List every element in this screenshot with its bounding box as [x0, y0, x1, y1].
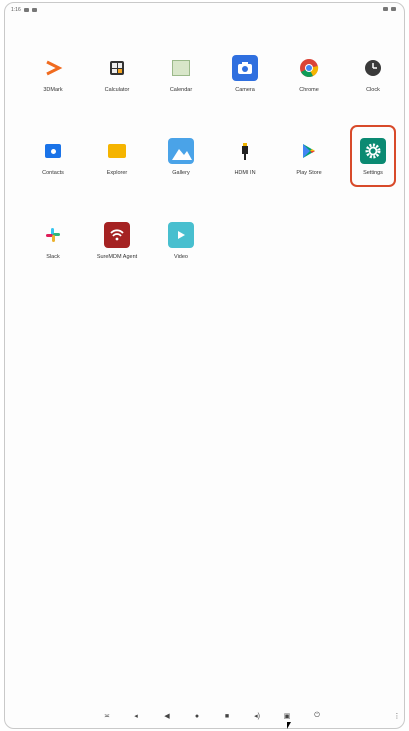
clock-icon [360, 55, 386, 81]
app-camera[interactable]: Camera [215, 55, 275, 115]
app-chrome[interactable]: Chrome [279, 55, 339, 115]
back-icon[interactable]: ◀ [161, 710, 173, 722]
app-grid: 3DMark Calculator Calendar Camera Chrome… [5, 3, 404, 728]
app-suremdm-agent[interactable]: SureMDM Agent [87, 222, 147, 282]
home-icon[interactable]: ● [191, 710, 203, 722]
volume-down-icon[interactable]: ◂ [130, 710, 142, 722]
play-store-icon [296, 138, 322, 164]
camera-icon [232, 55, 258, 81]
slack-icon [40, 222, 66, 248]
chrome-icon [296, 55, 322, 81]
power-icon[interactable]: ⏻ [311, 710, 323, 722]
recents-icon[interactable]: ■ [221, 710, 233, 722]
app-hdmi-in[interactable]: HDMI IN [215, 138, 275, 198]
menu-icon[interactable]: ⋮ [391, 710, 403, 722]
app-calculator[interactable]: Calculator [87, 55, 147, 115]
calculator-icon [104, 55, 130, 81]
hdmi-icon [232, 138, 258, 164]
camera-nav-icon[interactable]: ▣ [281, 710, 293, 722]
video-icon [168, 222, 194, 248]
screenshot-icon[interactable]: ≍ [101, 710, 113, 722]
app-contacts[interactable]: Contacts [23, 138, 83, 198]
tablet-frame: 1:16 3DMark Calculator Calendar Camera C… [4, 2, 405, 729]
gallery-icon [168, 138, 194, 164]
settings-highlight-box [350, 125, 396, 187]
app-slack[interactable]: Slack [23, 222, 83, 282]
app-explorer[interactable]: Explorer [87, 138, 147, 198]
explorer-icon [104, 138, 130, 164]
3dmark-icon [40, 55, 66, 81]
app-calendar[interactable]: Calendar [151, 55, 211, 115]
app-gallery[interactable]: Gallery [151, 138, 211, 198]
contacts-icon [40, 138, 66, 164]
app-3dmark[interactable]: 3DMark [23, 55, 83, 115]
app-clock[interactable]: Clock [343, 55, 403, 115]
volume-up-icon[interactable]: ◂) [251, 710, 263, 722]
app-play-store[interactable]: Play Store [279, 138, 339, 198]
mouse-cursor [287, 722, 291, 729]
calendar-icon [168, 55, 194, 81]
app-video[interactable]: Video [151, 222, 211, 282]
suremdm-icon [104, 222, 130, 248]
navigation-bar: ≍ ◂ ◀ ● ■ ◂) ▣ ⏻ ⋮ [5, 704, 404, 728]
